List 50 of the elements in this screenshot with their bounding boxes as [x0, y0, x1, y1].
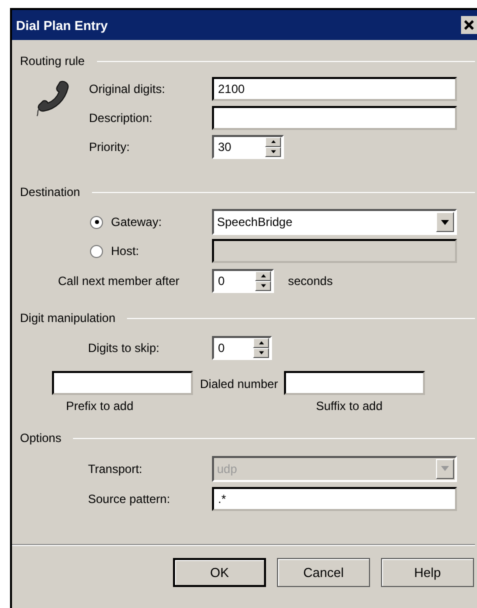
section-heading: Destination — [20, 185, 80, 199]
spin-up-button[interactable] — [255, 271, 271, 281]
field-label: Original digits: — [89, 82, 166, 96]
field-caption: Prefix to add — [66, 399, 134, 413]
up-arrow-icon — [260, 274, 266, 278]
dropdown-field[interactable]: SpeechBridge — [212, 209, 457, 235]
text-field[interactable] — [212, 106, 457, 130]
field-label: Description: — [89, 110, 154, 124]
radio-button[interactable] — [90, 216, 103, 228]
unit-label: seconds — [288, 274, 333, 288]
up-arrow-icon — [270, 140, 276, 144]
spin-up-button[interactable] — [253, 338, 269, 348]
telephone-handset-icon — [34, 78, 70, 118]
dialog-button[interactable]: OK — [173, 558, 266, 587]
dialog-button[interactable]: Cancel — [277, 558, 370, 587]
up-arrow-icon — [258, 341, 264, 345]
down-arrow-icon — [260, 284, 266, 288]
dropdown-button[interactable] — [436, 212, 454, 232]
text-field[interactable]: 2100 — [212, 76, 457, 100]
radio-label: Host: — [111, 244, 140, 258]
text-field[interactable]: .* — [212, 487, 457, 511]
close-button[interactable] — [461, 16, 477, 34]
prefix-field[interactable] — [52, 371, 193, 395]
spin-down-button[interactable] — [255, 281, 271, 291]
dialog-button[interactable]: Help — [381, 558, 474, 587]
down-arrow-icon — [441, 220, 449, 224]
down-arrow-icon — [441, 466, 449, 471]
spin-down-button[interactable] — [265, 146, 281, 156]
number-spinner[interactable]: 30 — [212, 134, 284, 158]
down-arrow-icon — [270, 150, 276, 154]
field-label: Digits to skip: — [88, 341, 160, 355]
number-spinner[interactable]: 0 — [212, 269, 274, 293]
field-label: Dialed number — [200, 377, 278, 391]
section-heading: Options — [20, 431, 62, 445]
window-title: Dial Plan Entry — [16, 18, 108, 32]
spin-down-button[interactable] — [253, 348, 269, 358]
field-label: Priority: — [89, 140, 131, 154]
down-arrow-icon — [258, 351, 264, 355]
close-icon — [464, 20, 474, 30]
radio-label: Gateway: — [111, 215, 163, 229]
field-caption: Suffix to add — [316, 399, 384, 413]
field-label: Transport: — [88, 462, 144, 476]
suffix-field[interactable] — [284, 371, 426, 395]
field-label: Call next member after — [58, 274, 180, 288]
spin-up-button[interactable] — [265, 136, 281, 146]
section-heading: Digit manipulation — [20, 311, 116, 325]
radio-button[interactable] — [90, 244, 103, 258]
field-label: Source pattern: — [88, 492, 172, 506]
number-spinner[interactable]: 0 — [212, 336, 272, 360]
section-heading: Routing rule — [20, 54, 85, 68]
